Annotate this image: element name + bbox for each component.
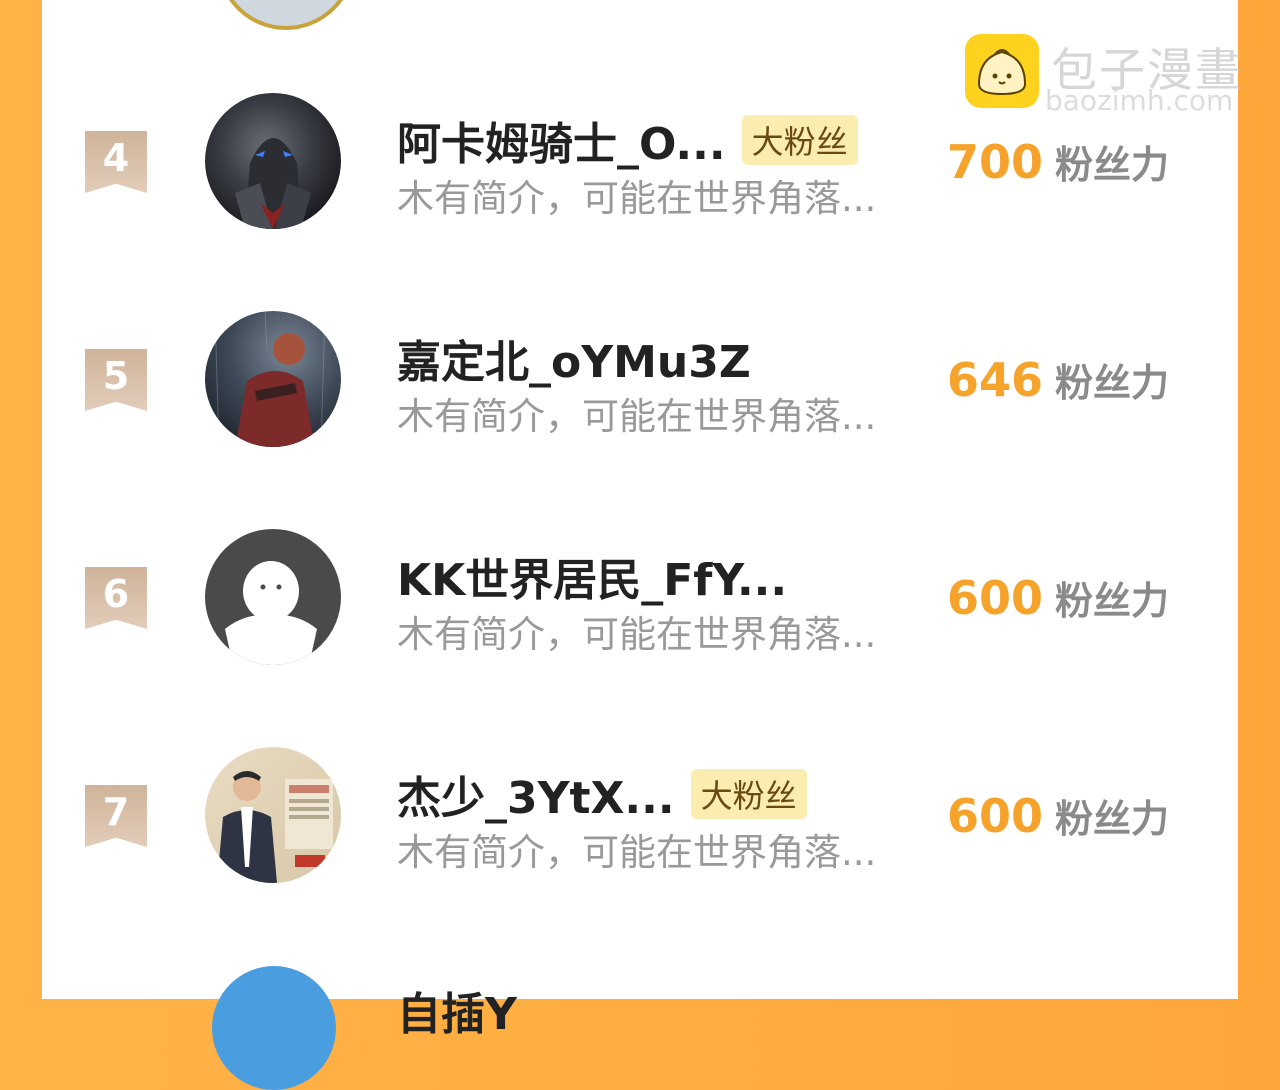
user-avatar[interactable]: [205, 93, 341, 229]
fan-power-value: 600: [947, 571, 1044, 625]
fan-power: 646 粉丝力: [947, 352, 1169, 407]
rainy-character-avatar: [214, 311, 326, 447]
rank-badge: 5: [85, 349, 147, 411]
fan-power-unit: 粉丝力: [1055, 579, 1170, 623]
fan-power-value: 600: [947, 789, 1044, 843]
fan-power: 600 粉丝力: [947, 570, 1169, 625]
ranking-row[interactable]: 7 杰少_3YtX... 大粉丝 木有简介，可能在世界角落... 600 粉丝力: [42, 724, 1238, 904]
fan-power: 600 粉丝力: [947, 788, 1169, 843]
user-name-text: 嘉定北_oYMu3Z: [397, 337, 751, 388]
user-name-text: 阿卡姆骑士_O...: [397, 119, 726, 170]
photo-man-avatar: [217, 771, 333, 883]
big-fan-badge: 大粉丝: [690, 769, 807, 819]
rank-badge: 4: [85, 131, 147, 193]
fan-power-unit: 粉丝力: [1055, 797, 1170, 841]
user-intro: 木有简介，可能在世界角落...: [397, 395, 877, 438]
watermark-url: baozimh.com: [1045, 84, 1234, 117]
user-intro: 木有简介，可能在世界角落...: [397, 177, 877, 220]
site-watermark: 包子漫畫 baozimh.com: [965, 34, 1265, 117]
user-name-text: KK世界居民_FfY...: [397, 555, 788, 606]
fan-ranking-panel: 4 阿卡姆骑士_O... 大粉丝 木有简介，可能在世界角落... 700 粉丝力 5: [42, 0, 1238, 1090]
user-name[interactable]: 杰少_3YtX... 大粉丝: [397, 762, 807, 826]
user-name[interactable]: 阿卡姆骑士_O... 大粉丝: [397, 108, 858, 172]
user-avatar[interactable]: [212, 966, 336, 1090]
user-intro: 木有简介，可能在世界角落...: [397, 613, 877, 656]
default-user-avatar: [225, 561, 317, 665]
user-avatar[interactable]: [205, 747, 341, 883]
armored-knight-avatar: [235, 138, 311, 229]
fan-power-value: 646: [947, 353, 1044, 407]
fan-power: 700 粉丝力: [947, 134, 1169, 189]
user-name[interactable]: 嘉定北_oYMu3Z: [397, 326, 751, 390]
rank-badge: 6: [85, 567, 147, 629]
previous-avatar[interactable]: [217, 0, 355, 30]
fan-power-unit: 粉丝力: [1055, 361, 1170, 405]
user-avatar[interactable]: [205, 311, 341, 447]
user-intro: 木有简介，可能在世界角落...: [397, 831, 877, 874]
user-name[interactable]: 自插Y: [397, 978, 517, 1042]
user-avatar[interactable]: [205, 529, 341, 665]
fan-power-unit: 粉丝力: [1055, 143, 1170, 187]
user-name[interactable]: KK世界居民_FfY...: [397, 544, 787, 608]
big-fan-badge: 大粉丝: [741, 115, 858, 165]
ranking-row[interactable]: 6 KK世界居民_FfY... 木有简介，可能在世界角落... 600 粉丝力: [42, 506, 1238, 686]
ranking-row[interactable]: 5 嘉定北_oYMu3Z 木有简介，可能在世界角落... 646 粉丝力: [42, 288, 1238, 468]
user-name-text: 杰少_3YtX...: [397, 773, 675, 824]
fan-power-value: 700: [947, 135, 1044, 189]
rank-badge: 7: [85, 785, 147, 847]
bun-mascot-icon: [965, 34, 1039, 108]
